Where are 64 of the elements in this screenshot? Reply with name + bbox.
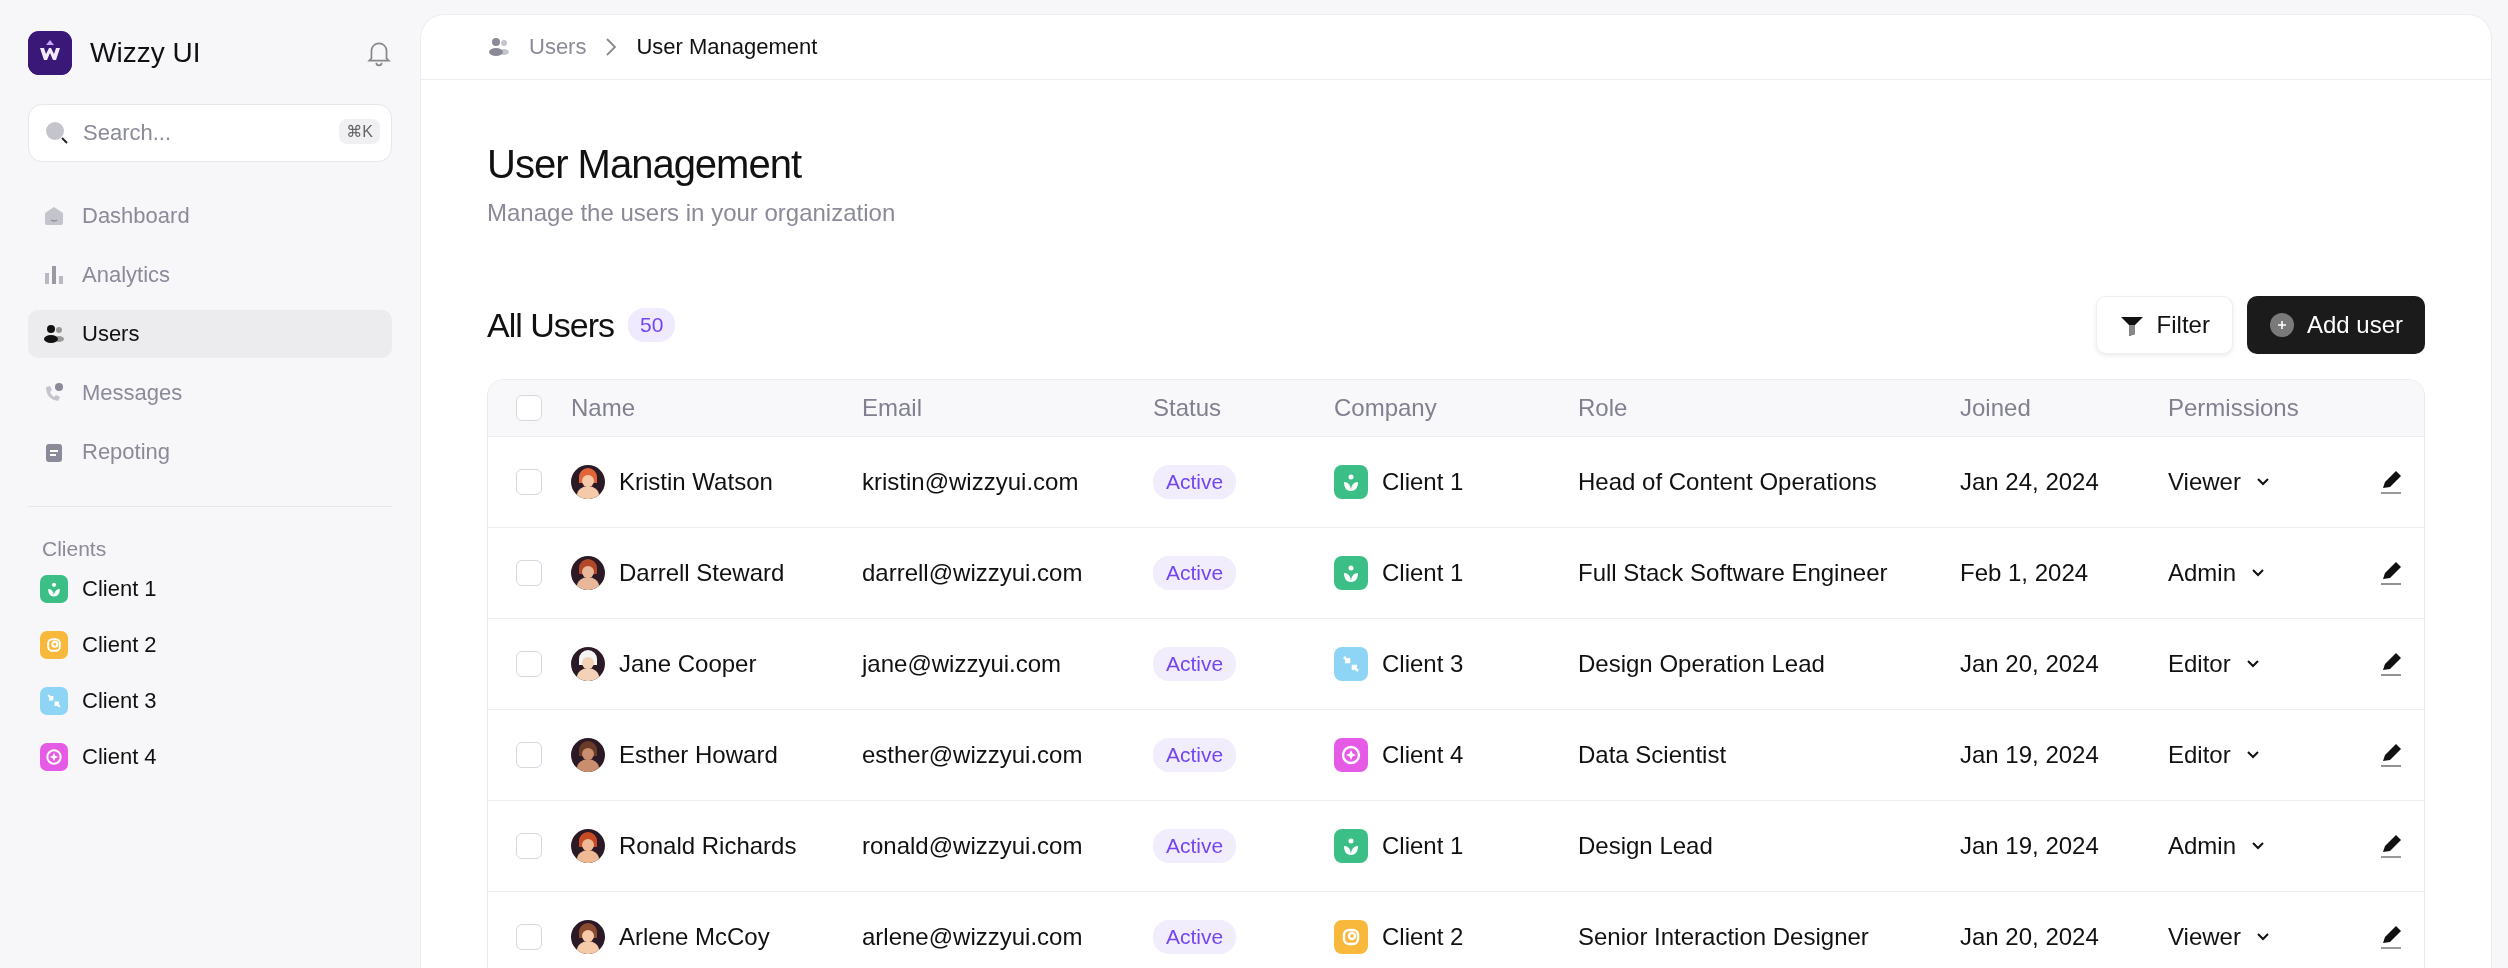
nav-item[interactable]: Users — [28, 310, 392, 358]
company-name: Client 1 — [1382, 468, 1464, 496]
permission-dropdown[interactable]: Admin — [2168, 832, 2360, 860]
column-header[interactable]: Name — [571, 394, 862, 422]
client-item[interactable]: Client 4 — [28, 743, 392, 771]
permission-dropdown[interactable]: Viewer — [2168, 468, 2360, 496]
permission-dropdown[interactable]: Editor — [2168, 741, 2360, 769]
column-header[interactable]: Joined — [1960, 394, 2168, 422]
permission-dropdown[interactable]: Editor — [2168, 650, 2360, 678]
company-name: Client 4 — [1382, 741, 1464, 769]
role-cell-text: Full Stack Software Engineer — [1578, 559, 1889, 587]
user-name: Ronald Richards — [619, 832, 797, 860]
joined-date: Jan 19, 2024 — [1960, 832, 2100, 860]
add-user-button[interactable]: Add user — [2246, 296, 2425, 354]
status-badge: Active — [1153, 920, 1237, 954]
joined-date: Jan 20, 2024 — [1960, 650, 2100, 678]
email-cell-text: esther@wizzyui.com — [862, 741, 1084, 769]
permission-dropdown[interactable]: Admin — [2168, 559, 2360, 587]
status-badge: Active — [1153, 465, 1237, 499]
role-cell-text: Design Operation Lead — [1578, 650, 1826, 678]
client-item[interactable]: Client 1 — [28, 575, 392, 603]
breadcrumb-current: User Management — [636, 34, 818, 60]
role-cell-text: Senior Interaction Designer — [1578, 923, 1870, 951]
company-name: Client 2 — [1382, 923, 1464, 951]
permission-dropdown[interactable]: Viewer — [2168, 923, 2360, 951]
column-header[interactable]: Email — [862, 394, 1153, 422]
role-cell-text: Head of Content Operations — [1578, 468, 1878, 496]
joined-date: Jan 19, 2024 — [1960, 741, 2100, 769]
column-header[interactable]: Company — [1334, 394, 1578, 422]
company-name: Client 1 — [1382, 832, 1464, 860]
user-name: Esther Howard — [619, 741, 778, 769]
user-name: Jane Cooper — [619, 650, 757, 678]
page-subtitle: Manage the users in your organization — [487, 199, 897, 227]
app-name: Wizzy UI — [90, 37, 202, 69]
shortcut-hint: ⌘K — [339, 119, 380, 144]
company-name: Client 1 — [1382, 559, 1464, 587]
section-title: All Users — [487, 305, 615, 345]
client-item[interactable]: Client 3 — [28, 687, 392, 715]
column-header[interactable]: Role — [1578, 394, 1960, 422]
status-badge: Active — [1153, 738, 1237, 772]
status-badge: Active — [1153, 647, 1237, 681]
joined-date: Jan 20, 2024 — [1960, 923, 2100, 951]
joined-date: Feb 1, 2024 — [1960, 559, 2090, 587]
status-badge: Active — [1153, 829, 1237, 863]
status-badge: Active — [1153, 556, 1237, 590]
email-cell-text: darrell@wizzyui.com — [862, 559, 1084, 587]
joined-date: Jan 24, 2024 — [1960, 468, 2100, 496]
count-badge: 50 — [628, 308, 676, 342]
role-cell-text: Design Lead — [1578, 832, 1714, 860]
role-cell-text: Data Scientist — [1578, 741, 1728, 769]
section-heading: Clients — [41, 537, 107, 561]
email-cell-text: ronald@wizzyui.com — [862, 832, 1084, 860]
email-cell-text: kristin@wizzyui.com — [862, 468, 1080, 496]
email-cell-text: jane@wizzyui.com — [862, 650, 1063, 678]
client-item[interactable]: Client 2 — [28, 631, 392, 659]
page-title: User Management — [487, 142, 802, 187]
user-name: Kristin Watson — [619, 468, 773, 496]
user-name: Darrell Steward — [619, 559, 785, 587]
user-name: Arlene McCoy — [619, 923, 770, 951]
company-name: Client 3 — [1382, 650, 1464, 678]
email-cell-text: arlene@wizzyui.com — [862, 923, 1084, 951]
column-header[interactable]: Status — [1153, 394, 1334, 422]
filter-button[interactable]: Filter — [2095, 296, 2233, 354]
column-header[interactable]: Permissions — [2168, 394, 2360, 422]
